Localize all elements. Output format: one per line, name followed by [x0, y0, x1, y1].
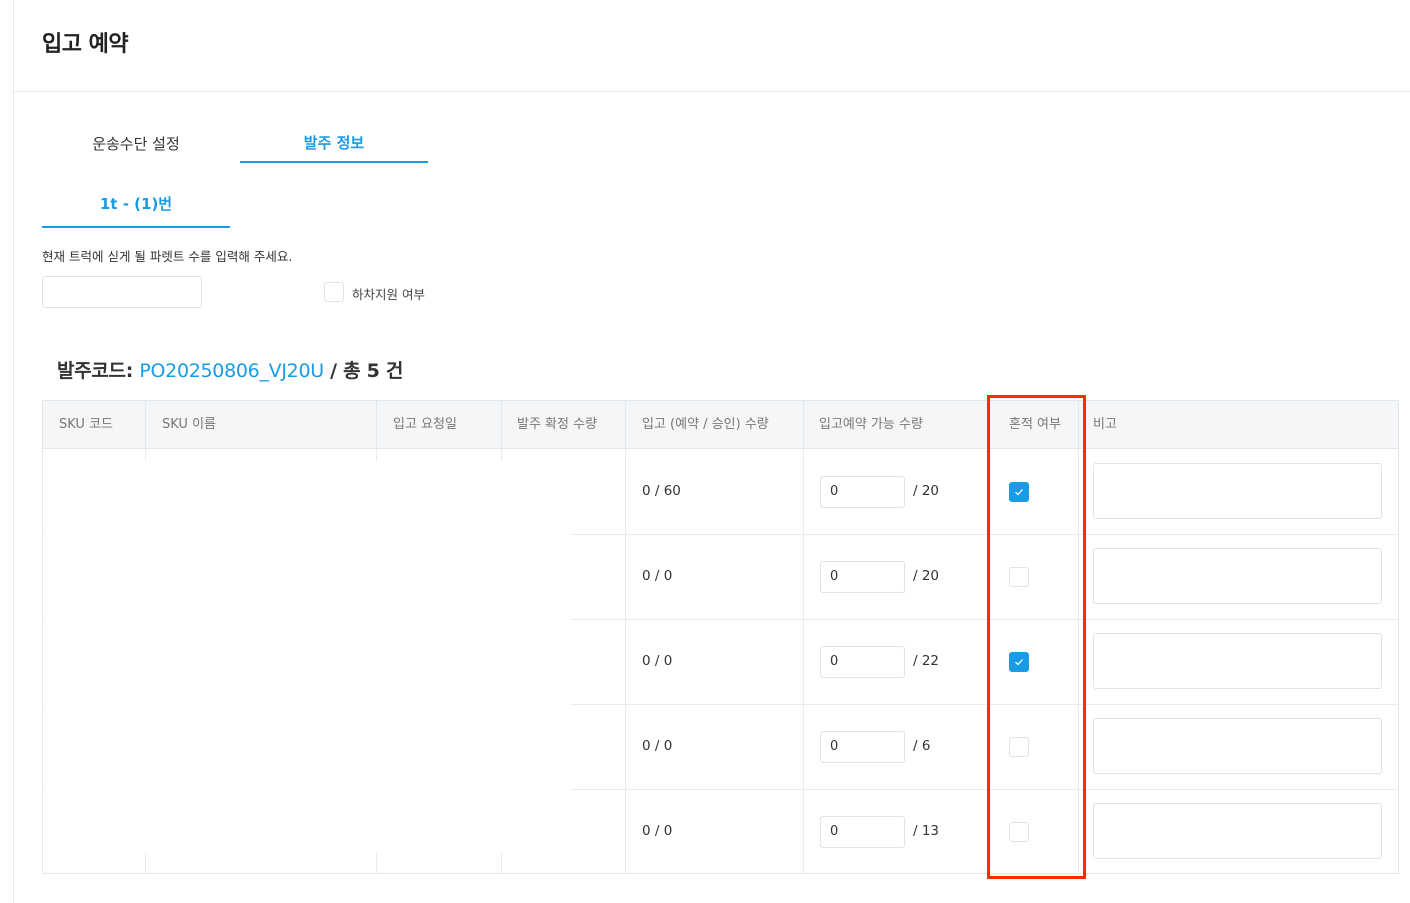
reserve-qty-input[interactable]: 0: [820, 561, 905, 593]
order-code-link[interactable]: PO20250806_VJ20U: [139, 360, 324, 382]
check-icon: [1015, 489, 1023, 496]
tab-transport-settings[interactable]: 운송수단 설정: [42, 124, 230, 164]
column-divider: [145, 853, 146, 873]
note-input[interactable]: [1093, 718, 1382, 774]
reservable-max: / 20: [913, 483, 940, 499]
received-qty: 0 / 0: [642, 568, 673, 584]
reserve-qty-input[interactable]: 0: [820, 816, 905, 848]
header-confirmed-qty: 발주 확정 수량: [517, 417, 598, 432]
column-divider: [376, 853, 377, 873]
header-divider: [145, 401, 146, 449]
header-divider: [376, 401, 377, 449]
reservable-max: / 22: [913, 653, 940, 669]
reserve-qty-input[interactable]: 0: [820, 646, 905, 678]
column-divider: [501, 853, 502, 873]
mixed-checkbox[interactable]: [1009, 737, 1029, 757]
mixed-checkbox[interactable]: [1009, 652, 1029, 672]
mixed-checkbox[interactable]: [1009, 822, 1029, 842]
reserve-qty-input[interactable]: 0: [820, 476, 905, 508]
header-sku-code: SKU 코드: [59, 417, 113, 432]
header-reservable-qty: 입고예약 가능 수량: [819, 417, 923, 432]
unload-support-label: 하차지원 여부: [352, 287, 425, 302]
header-divider: [501, 401, 502, 449]
header-divider: [1078, 401, 1079, 449]
mixed-checkbox[interactable]: [1009, 567, 1029, 587]
page-title: 입고 예약: [42, 32, 129, 57]
note-input[interactable]: [1093, 548, 1382, 604]
header-divider: [803, 401, 804, 449]
column-divider: [803, 449, 804, 873]
order-code-heading: 발주코드: PO20250806_VJ20U / 총 5 건: [57, 356, 403, 383]
note-input[interactable]: [1093, 803, 1382, 859]
tab-order-info[interactable]: 발주 정보: [240, 123, 428, 163]
received-qty: 0 / 60: [642, 483, 681, 499]
column-divider: [145, 449, 146, 461]
column-divider: [1078, 449, 1079, 873]
reservable-max: / 13: [913, 823, 940, 839]
redacted-area: [44, 459, 570, 859]
header-sku-name: SKU 이름: [162, 417, 216, 432]
reserve-qty-input[interactable]: 0: [820, 731, 905, 763]
table-header: SKU 코드 SKU 이름 입고 요청일 발주 확정 수량 입고 (예약 / 승…: [43, 401, 1398, 449]
column-divider: [501, 449, 502, 461]
inbound-reservation-page: 입고 예약 운송수단 설정 발주 정보 1t - (1)번 현재 트럭에 싣게 …: [0, 0, 1410, 903]
reservable-max: / 6: [913, 738, 931, 754]
column-divider: [376, 449, 377, 461]
mixed-checkbox[interactable]: [1009, 482, 1029, 502]
check-icon: [1015, 659, 1023, 666]
header-note: 비고: [1093, 417, 1117, 432]
note-input[interactable]: [1093, 633, 1382, 689]
header-divider: [14, 91, 1410, 92]
received-qty: 0 / 0: [642, 738, 673, 754]
pallet-count-label: 현재 트럭에 싣게 될 파렛트 수를 입력해 주세요.: [42, 249, 293, 264]
unload-support-checkbox[interactable]: [324, 282, 344, 302]
order-code-prefix: 발주코드:: [57, 360, 140, 382]
note-input[interactable]: [1093, 463, 1382, 519]
received-qty: 0 / 0: [642, 823, 673, 839]
header-request-date: 입고 요청일: [393, 417, 457, 432]
order-items-table: SKU 코드 SKU 이름 입고 요청일 발주 확정 수량 입고 (예약 / 승…: [42, 400, 1399, 874]
order-count: / 총 5 건: [323, 360, 404, 382]
header-received-qty: 입고 (예약 / 승인) 수량: [642, 417, 769, 432]
pallet-count-input[interactable]: [42, 276, 202, 308]
header-divider: [625, 401, 626, 449]
received-qty: 0 / 0: [642, 653, 673, 669]
tab-truck-1[interactable]: 1t - (1)번: [42, 184, 230, 228]
reservable-max: / 20: [913, 568, 940, 584]
column-divider: [625, 449, 626, 873]
sidebar-edge: [13, 0, 14, 903]
header-mixed: 혼적 여부: [1009, 417, 1061, 432]
